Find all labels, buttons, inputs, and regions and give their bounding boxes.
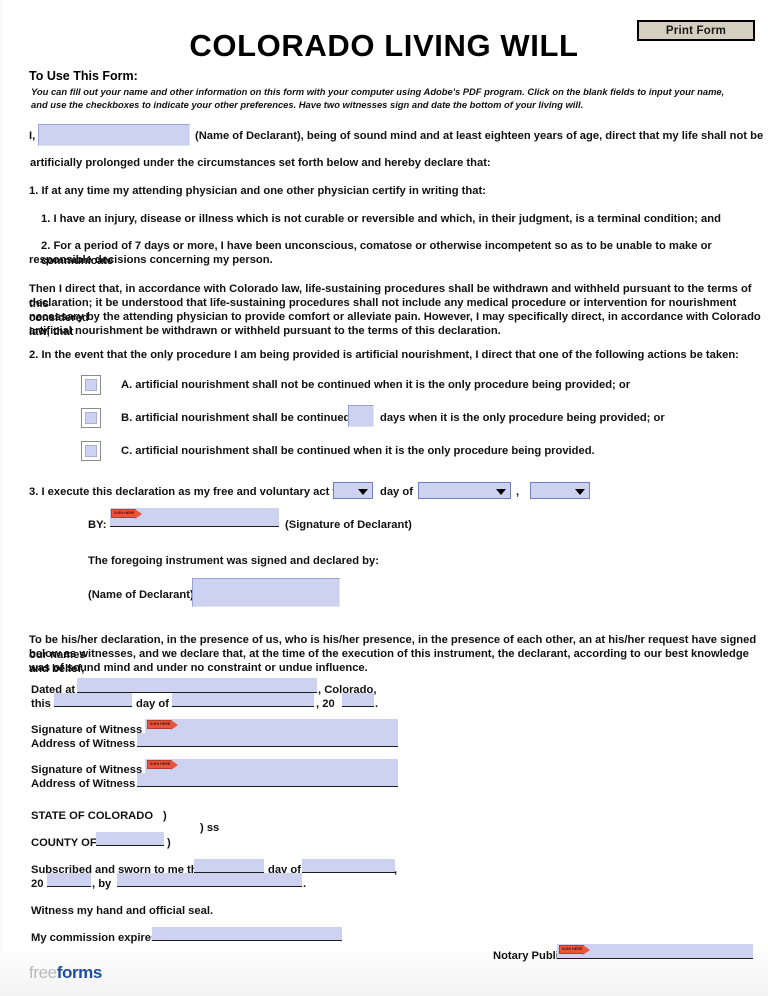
commission-expires-label: My commission expires:: [31, 932, 161, 944]
notary-period: .: [303, 878, 307, 890]
county-of-label: COUNTY OF: [31, 837, 97, 849]
page-title: COLORADO LIVING WILL: [189, 28, 579, 63]
this-day-underline: [54, 706, 132, 707]
county-input[interactable]: [96, 832, 164, 845]
witness-2-address-label: Address of Witness 2:: [31, 778, 149, 790]
page-left-edge: [0, 0, 2, 996]
notary-year-input[interactable]: [47, 873, 91, 886]
this-label: this: [31, 698, 51, 710]
sign-here-tag-notary[interactable]: SIGN HERE: [559, 945, 590, 955]
checkbox-option-b[interactable]: [81, 408, 101, 428]
checkbox-inner-b: [85, 412, 97, 424]
checkbox-option-a[interactable]: [81, 375, 101, 395]
witness-2-address-input[interactable]: [137, 773, 398, 786]
logo-light-text: free: [29, 963, 57, 982]
witness-1-address-underline: [137, 746, 398, 747]
commission-expires-input[interactable]: [152, 927, 342, 940]
witness-1-signature-input[interactable]: [145, 719, 398, 733]
clause-2: 2. In the event that the only procedure …: [29, 349, 739, 361]
option-b-label-after: days when it is the only procedure being…: [380, 412, 665, 424]
name-of-declarant-label: (Name of Declarant): [88, 589, 194, 601]
witness-seal-text: Witness my hand and official seal.: [31, 905, 214, 917]
witness-1-address-input[interactable]: [137, 733, 398, 746]
month-underline: [172, 706, 314, 707]
sign-here-tag-declarant[interactable]: SIGN HERE: [111, 509, 142, 519]
checkbox-option-c[interactable]: [81, 441, 101, 461]
document-page: Print Form COLORADO LIVING WILL To Use T…: [0, 0, 768, 996]
dated-at-input[interactable]: [77, 678, 317, 692]
dated-period: .: [375, 698, 379, 710]
witness-1-address-label: Address of Witness 1:: [31, 738, 149, 750]
subscribed-comma: ,: [394, 864, 398, 876]
month-dropdown[interactable]: [418, 482, 511, 499]
by-label-notary: , by: [92, 878, 112, 890]
state-paren: ): [163, 810, 167, 822]
subscribed-month-underline: [302, 872, 395, 873]
witness-2-signature-input[interactable]: [145, 759, 398, 773]
chevron-down-icon: [496, 488, 506, 495]
signature-of-declarant-label: (Signature of Declarant): [285, 519, 412, 531]
clause-3-comma: ,: [516, 486, 520, 498]
sign-here-tag-text: SIGN HERE: [150, 722, 171, 726]
checkbox-inner-c: [85, 445, 97, 457]
then-paragraph-line4: artificial nourishment be withdrawn or w…: [29, 325, 501, 337]
declarant-name-input[interactable]: [38, 124, 190, 146]
intro-line2: artificially prolonged under the circums…: [30, 157, 491, 169]
county-underline: [96, 845, 164, 846]
chevron-down-icon: [575, 488, 585, 495]
county-paren: ): [167, 837, 171, 849]
sign-here-tag-text: SIGN HERE: [562, 947, 583, 951]
sign-here-tag-text: SIGN HERE: [114, 511, 135, 515]
month-input[interactable]: [172, 693, 314, 706]
year-input[interactable]: [342, 693, 374, 706]
clause-1b-line2: responsible decisions concerning my pers…: [29, 254, 273, 266]
instructions-heading: To Use This Form:: [29, 69, 138, 83]
notary-by-underline: [117, 886, 302, 887]
commission-expires-underline: [152, 940, 342, 941]
twenty-label: 20: [31, 878, 44, 890]
notary-public-underline: [557, 958, 753, 959]
declarant-name-input-2[interactable]: [192, 578, 340, 607]
witness-2-address-underline: [137, 786, 398, 787]
by-label: BY:: [88, 519, 107, 531]
state-of-colorado-label: STATE OF COLORADO: [31, 810, 154, 822]
day-of-label: day of: [136, 698, 169, 710]
sign-here-tag-witness-1[interactable]: SIGN HERE: [147, 720, 178, 730]
clause-3-dayof: day of: [380, 486, 413, 498]
declarant-signature-underline: [110, 526, 279, 527]
option-a-label: A. artificial nourishment shall not be c…: [121, 379, 631, 391]
checkbox-inner-a: [85, 379, 97, 391]
notary-year-underline: [47, 886, 91, 887]
sign-here-tag-text: SIGN HERE: [150, 762, 171, 766]
intro-suffix: (Name of Declarant), being of sound mind…: [195, 130, 764, 142]
sign-here-tag-witness-2[interactable]: SIGN HERE: [147, 760, 178, 770]
clause-3-before: 3. I execute this declaration as my free…: [29, 486, 353, 498]
subscribed-day-input[interactable]: [194, 859, 264, 872]
notary-public-label: Notary Public: [493, 950, 566, 962]
clause-1a: 1. I have an injury, disease or illness …: [41, 213, 721, 225]
this-day-input[interactable]: [54, 693, 132, 706]
option-b-label-before: B. artificial nourishment shall be conti…: [121, 412, 369, 424]
witness-paragraph-line3: was of sound mind and under no constrain…: [29, 662, 368, 674]
clause-1: 1. If at any time my attending physician…: [29, 185, 486, 197]
subscribed-month-input[interactable]: [302, 859, 395, 872]
intro-prefix: I,: [29, 130, 36, 142]
ss-label: ) ss: [200, 822, 220, 834]
foregoing-text: The foregoing instrument was signed and …: [88, 555, 379, 567]
year-underline: [342, 706, 374, 707]
chevron-down-icon: [358, 488, 368, 495]
comma-20-label: , 20: [316, 698, 335, 710]
freeforms-logo: freeforms: [29, 963, 102, 983]
option-c-label: C. artificial nourishment shall be conti…: [121, 445, 595, 457]
year-dropdown[interactable]: [530, 482, 590, 499]
day-dropdown[interactable]: [333, 482, 373, 499]
instructions-body: You can fill out your name and other inf…: [31, 86, 725, 110]
notary-by-input[interactable]: [117, 873, 302, 886]
days-input[interactable]: [348, 405, 374, 427]
logo-bold-text: forms: [56, 963, 103, 982]
